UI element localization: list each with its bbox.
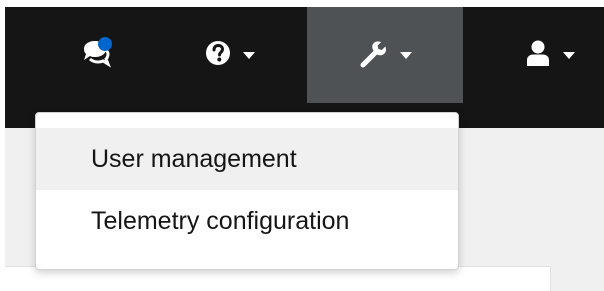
user-menu-button[interactable] [495, 7, 604, 103]
notifications-button[interactable] [55, 7, 135, 103]
page: User management Telemetry configuration [0, 0, 604, 291]
tools-dropdown-menu: User management Telemetry configuration [35, 112, 459, 270]
wrench-icon [358, 38, 388, 73]
chevron-down-icon [243, 51, 255, 59]
help-menu-button[interactable] [175, 7, 285, 103]
chevron-down-icon [400, 51, 412, 59]
menu-item-telemetry-configuration[interactable]: Telemetry configuration [36, 190, 458, 252]
menu-item-user-management[interactable]: User management [36, 128, 458, 190]
question-circle-icon [205, 40, 231, 71]
chevron-down-icon [563, 51, 575, 59]
chat-bubbles-icon [74, 35, 116, 76]
masthead-toolbar [5, 7, 604, 128]
user-icon [525, 39, 551, 72]
tools-menu-button[interactable] [307, 7, 463, 103]
